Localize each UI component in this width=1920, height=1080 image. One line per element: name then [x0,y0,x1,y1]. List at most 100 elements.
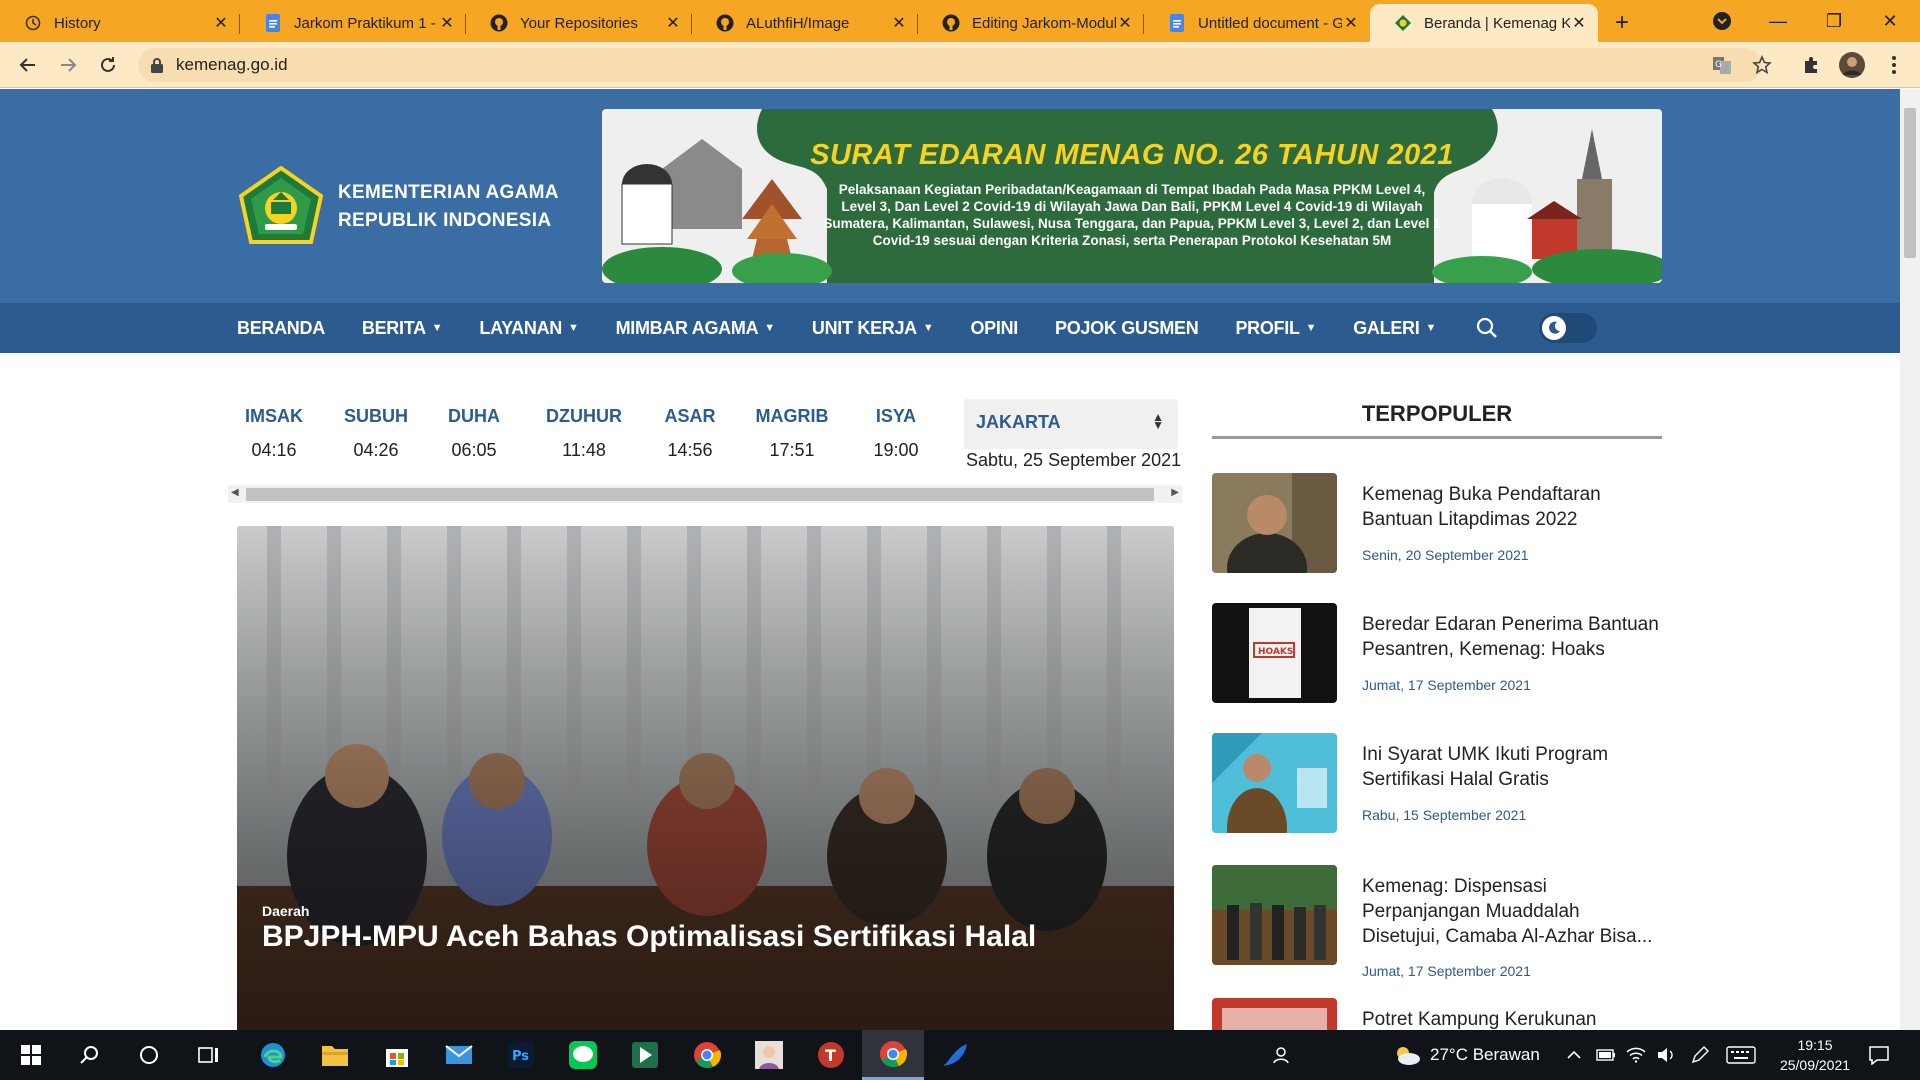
popular-item[interactable]: Ini Syarat UMK Ikuti Program Sertifikasi… [1212,733,1662,843]
tuxler-icon[interactable]: T [800,1030,862,1080]
featured-article[interactable]: Daerah BPJPH-MPU Aceh Bahas Optimalisasi… [237,526,1174,1030]
extensions-puzzle-icon[interactable] [1794,47,1830,83]
app-green-icon[interactable] [614,1030,676,1080]
popular-item[interactable]: Kemenag Buka Pendaftaran Bantuan Litapdi… [1212,473,1662,583]
profile-avatar[interactable] [1834,47,1870,83]
nav-profil[interactable]: PROFIL ▼ [1235,318,1316,339]
popular-thumbnail[interactable] [1212,865,1337,965]
tray-chevron-up-icon[interactable] [1566,1030,1582,1080]
popular-thumbnail[interactable] [1212,998,1337,1030]
battery-icon[interactable] [1596,1030,1616,1080]
search-icon[interactable] [58,1030,120,1080]
prayer-name: MAGRIB [755,406,829,426]
popular-title[interactable]: Kemenag: Dispensasi Perpanjangan Muaddal… [1362,874,1662,949]
vertical-scrollbar[interactable] [1900,89,1920,1030]
horizontal-scrollbar[interactable]: ◀ ▶ [228,485,1182,503]
scroll-left-icon[interactable]: ◀ [231,487,239,498]
city-select[interactable]: JAKARTA ▲ ▼ [964,399,1178,449]
announcement-banner[interactable]: SURAT EDARAN MENAG NO. 26 TAHUN 2021 Pel… [602,109,1662,283]
tab-search-button[interactable] [1694,0,1750,42]
chrome-icon[interactable] [676,1030,738,1080]
nav-berita[interactable]: BERITA ▼ [362,318,443,339]
tab-close-icon[interactable]: ✕ [438,13,456,33]
chevron-down-icon: ▼ [567,322,579,334]
system-clock[interactable]: 19:15 25/09/2021 [1770,1035,1860,1075]
blue-app-icon[interactable] [924,1030,986,1080]
tab-label: Editing Jarkom-Modul [972,14,1116,32]
keyboard-icon[interactable] [1726,1030,1756,1080]
nav-opini[interactable]: OPINI [970,318,1018,339]
featured-photo [237,526,1174,1030]
chrome-active-icon[interactable] [862,1030,924,1080]
popular-item[interactable]: HOAKS Beredar Edaran Penerima Bantuan Pe… [1212,603,1662,713]
popular-item[interactable]: Potret Kampung Kerukunan [1212,998,1662,1030]
store-icon[interactable] [366,1030,428,1080]
volume-icon[interactable] [1656,1030,1676,1080]
edge-icon[interactable] [242,1030,304,1080]
svg-text:G: G [1715,60,1722,70]
popular-title[interactable]: Ini Syarat UMK Ikuti Program Sertifikasi… [1362,742,1662,792]
popular-thumbnail[interactable]: HOAKS [1212,603,1337,703]
mail-icon[interactable] [428,1030,490,1080]
tab-kemenag-beranda[interactable]: Beranda | Kemenag Ke ✕ [1370,4,1598,42]
nav-pojok-gusmen[interactable]: POJOK GUSMEN [1055,317,1199,339]
forward-button[interactable] [48,45,88,85]
site-name[interactable]: KEMENTERIAN AGAMA REPUBLIK INDONESIA [338,179,559,235]
popular-thumbnail[interactable] [1212,473,1337,573]
scrollbar-thumb[interactable] [246,488,1154,501]
nav-unit-kerja[interactable]: UNIT KERJA ▼ [812,318,934,339]
address-bar[interactable]: kemenag.go.id [138,48,1762,82]
scroll-right-icon[interactable]: ▶ [1171,487,1179,498]
wifi-icon[interactable] [1626,1030,1646,1080]
kemenag-logo[interactable] [237,166,325,246]
tab-aluthfih-image[interactable]: ALuthfiH/Image ✕ [692,4,918,42]
popular-title[interactable]: Beredar Edaran Penerima Bantuan Pesantre… [1362,612,1662,662]
line-icon[interactable] [552,1030,614,1080]
featured-title[interactable]: BPJPH-MPU Aceh Bahas Optimalisasi Sertif… [262,920,1036,954]
pen-icon[interactable] [1690,1030,1710,1080]
popular-item[interactable]: Kemenag: Dispensasi Perpanjangan Muaddal… [1212,865,1662,995]
featured-category[interactable]: Daerah [262,903,309,919]
chrome-menu-icon[interactable] [1876,47,1912,83]
nav-label: POJOK GUSMEN [1055,317,1199,338]
search-icon[interactable] [1475,316,1499,340]
tab-close-icon[interactable]: ✕ [212,13,230,33]
tab-close-icon[interactable]: ✕ [890,13,908,33]
bookmark-star-icon[interactable] [1744,47,1780,83]
translate-icon[interactable]: G [1704,47,1740,83]
tab-close-icon[interactable]: ✕ [664,13,682,33]
anime-app-icon[interactable] [738,1030,800,1080]
tab-close-icon[interactable]: ✕ [1116,13,1134,33]
scrollbar-thumb[interactable] [1904,108,1916,258]
popular-thumbnail[interactable] [1212,733,1337,833]
tab-untitled-document[interactable]: Untitled document - G ✕ [1144,4,1370,42]
people-icon[interactable] [1270,1030,1290,1080]
popular-title[interactable]: Potret Kampung Kerukunan [1362,1007,1662,1030]
close-window-button[interactable]: ✕ [1862,0,1918,42]
task-view-icon[interactable] [178,1030,240,1080]
tab-close-icon[interactable]: ✕ [1342,13,1360,33]
nav-layanan[interactable]: LAYANAN ▼ [479,318,578,339]
tab-jarkom-praktikum[interactable]: Jarkom Praktikum 1 - ✕ [240,4,466,42]
tab-close-icon[interactable]: ✕ [1570,13,1588,33]
tab-history[interactable]: History ✕ [0,4,240,42]
tab-your-repositories[interactable]: Your Repositories ✕ [466,4,692,42]
weather-widget[interactable]: 27°C Berawan [1392,1030,1540,1080]
prayer-isya: ISYA 19:00 [866,401,926,461]
nav-mimbar-agama[interactable]: MIMBAR AGAMA ▼ [616,318,776,339]
file-explorer-icon[interactable] [304,1030,366,1080]
cortana-icon[interactable] [118,1030,180,1080]
restore-button[interactable]: ❐ [1806,0,1862,42]
notification-icon[interactable] [1868,1030,1890,1080]
popular-title[interactable]: Kemenag Buka Pendaftaran Bantuan Litapdi… [1362,482,1662,532]
dark-mode-toggle[interactable] [1539,313,1598,343]
photoshop-icon[interactable]: Ps [490,1030,552,1080]
new-tab-button[interactable]: + [1598,4,1646,42]
tab-editing-jarkom[interactable]: Editing Jarkom-Modul ✕ [918,4,1144,42]
back-button[interactable] [8,45,48,85]
start-windows-icon[interactable] [0,1030,62,1080]
nav-galeri[interactable]: GALERI ▼ [1353,318,1436,339]
minimize-button[interactable]: — [1750,0,1806,42]
reload-button[interactable] [88,45,128,85]
nav-beranda[interactable]: BERANDA [237,318,325,339]
